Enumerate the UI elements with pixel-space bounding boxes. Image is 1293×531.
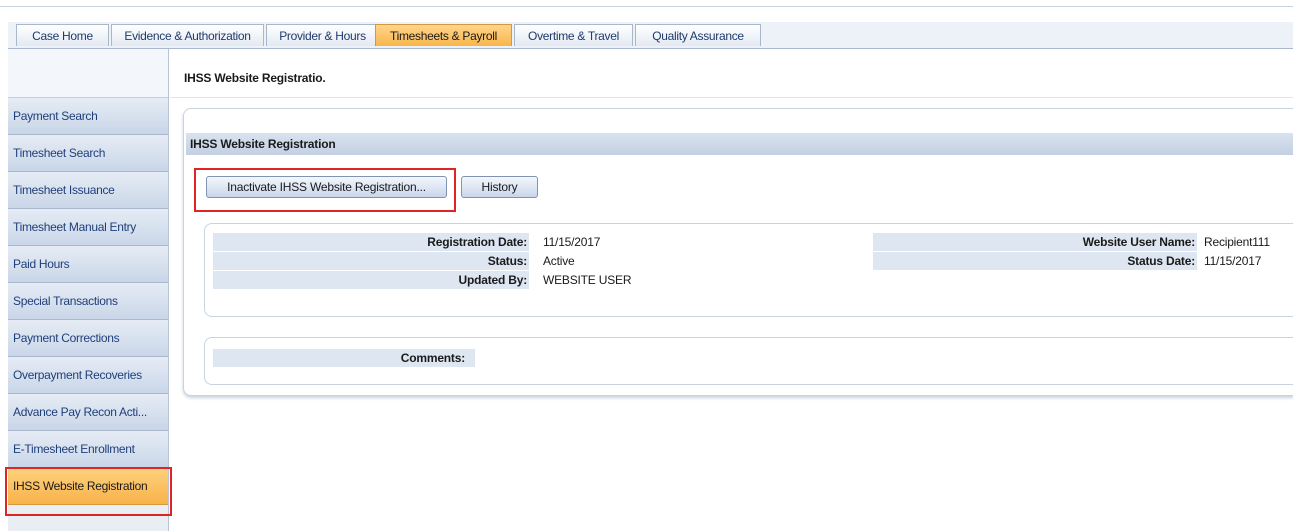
tab-timesheets-payroll[interactable]: Timesheets & Payroll: [375, 24, 512, 46]
sidebar-item-paid-hours[interactable]: Paid Hours: [8, 246, 168, 283]
status-date-value: 11/15/2017: [1204, 254, 1262, 268]
tab-quality-assurance[interactable]: Quality Assurance: [635, 24, 761, 46]
sidebar-item-advance-pay-recon[interactable]: Advance Pay Recon Acti...: [8, 394, 168, 431]
updated-by-value: WEBSITE USER: [543, 273, 632, 287]
sidebar-item-ihss-website-registration[interactable]: IHSS Website Registration: [8, 468, 168, 505]
page-title: IHSS Website Registratio.: [184, 71, 326, 85]
history-button[interactable]: History: [461, 176, 538, 198]
sidebar-item-timesheet-manual-entry[interactable]: Timesheet Manual Entry: [8, 209, 168, 246]
comments-label: Comments:: [400, 351, 465, 365]
page-header: IHSS Website Registratio.: [170, 49, 1293, 98]
tab-provider-hours[interactable]: Provider & Hours: [266, 24, 379, 46]
sidebar-item-payment-search[interactable]: Payment Search: [8, 98, 168, 135]
sidebar-item-payment-corrections[interactable]: Payment Corrections: [8, 320, 168, 357]
sidebar-item-timesheet-search[interactable]: Timesheet Search: [8, 135, 168, 172]
tab-evidence-authorization[interactable]: Evidence & Authorization: [111, 24, 264, 46]
inactivate-registration-button[interactable]: Inactivate IHSS Website Registration...: [206, 176, 447, 198]
registration-date-value: 11/15/2017: [543, 235, 601, 249]
updated-by-label: Updated By:: [458, 273, 528, 287]
tab-case-home[interactable]: Case Home: [16, 24, 109, 46]
comments-value: [480, 349, 880, 367]
section-title: IHSS Website Registration: [186, 133, 1293, 155]
website-user-name-value: Recipient111: [1204, 235, 1270, 249]
window-top-edge: [0, 0, 1293, 7]
tab-overtime-travel[interactable]: Overtime & Travel: [514, 24, 633, 46]
status-date-label: Status Date:: [1127, 254, 1195, 268]
sidebar-item-timesheet-issuance[interactable]: Timesheet Issuance: [8, 172, 168, 209]
sidebar: Payment Search Timesheet Search Timeshee…: [8, 49, 169, 531]
status-label: Status:: [487, 254, 527, 268]
status-value: Active: [543, 254, 575, 268]
website-user-name-label: Website User Name:: [1082, 235, 1195, 249]
registration-date-label: Registration Date:: [427, 235, 527, 249]
sidebar-item-e-timesheet-enrollment[interactable]: E-Timesheet Enrollment: [8, 431, 168, 468]
sidebar-header: [8, 49, 168, 98]
sidebar-item-special-transactions[interactable]: Special Transactions: [8, 283, 168, 320]
sidebar-item-overpayment-recoveries[interactable]: Overpayment Recoveries: [8, 357, 168, 394]
tab-bar: Case Home Evidence & Authorization Provi…: [8, 22, 1293, 49]
